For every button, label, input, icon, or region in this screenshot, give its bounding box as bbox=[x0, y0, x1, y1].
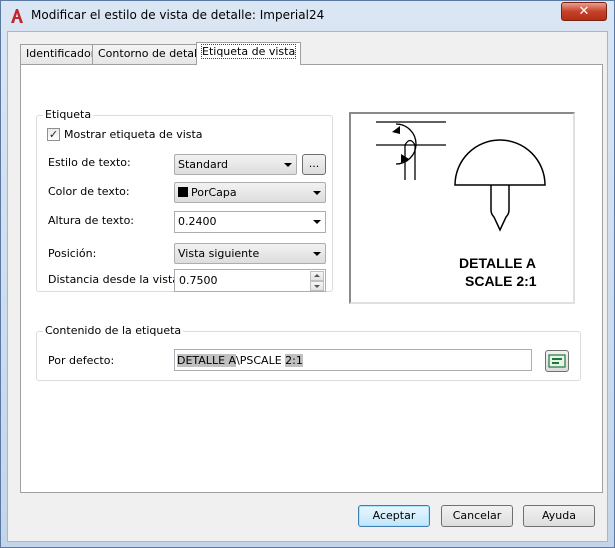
position-combo[interactable]: Vista siguiente bbox=[174, 243, 326, 264]
content-part-scale: \PSCALE bbox=[236, 354, 286, 367]
text-style-browse-button[interactable]: ... bbox=[302, 154, 326, 175]
text-style-combo[interactable]: Standard bbox=[174, 154, 297, 175]
distance-value: 0.7500 bbox=[179, 274, 218, 287]
preview-label-line2: SCALE 2:1 bbox=[465, 273, 537, 289]
spin-up-button[interactable] bbox=[310, 271, 324, 281]
dialog-client-area: Identificador Contorno de detalle Etique… bbox=[7, 31, 608, 542]
default-content-label: Por defecto: bbox=[48, 354, 115, 367]
color-swatch bbox=[178, 187, 188, 197]
text-color-label: Color de texto: bbox=[48, 185, 130, 198]
text-height-value: 0.2400 bbox=[178, 215, 217, 228]
accept-button[interactable]: Aceptar bbox=[358, 505, 430, 527]
dialog-window: Modificar el estilo de vista de detalle:… bbox=[0, 0, 615, 548]
detail-preview: DETALLE A SCALE 2:1 bbox=[349, 112, 575, 304]
position-label: Posición: bbox=[48, 247, 97, 260]
tab-identificador[interactable]: Identificador bbox=[20, 44, 102, 64]
tab-label: Identificador bbox=[26, 47, 96, 60]
text-style-label: Estilo de texto: bbox=[48, 156, 131, 169]
close-button[interactable]: ✕ bbox=[561, 2, 607, 21]
show-label-label: Mostrar etiqueta de vista bbox=[64, 128, 203, 141]
tab-etiqueta-de-vista[interactable]: Etiqueta de vista bbox=[196, 42, 302, 65]
preview-label-line1: DETALLE A bbox=[459, 255, 536, 271]
distance-label: Distancia desde la vista: bbox=[48, 273, 183, 286]
spin-down-button[interactable] bbox=[310, 281, 324, 291]
contenido-group: Contenido de la etiqueta Por defecto: DE… bbox=[36, 324, 581, 381]
tab-label: Etiqueta de vista bbox=[200, 44, 297, 59]
contenido-group-title: Contenido de la etiqueta bbox=[43, 324, 184, 337]
content-part-a: A bbox=[228, 354, 237, 367]
tab-label: Contorno de detalle bbox=[98, 47, 207, 60]
text-color-combo[interactable]: PorCapa bbox=[174, 182, 326, 203]
chevron-down-icon bbox=[284, 163, 292, 167]
text-style-value: Standard bbox=[178, 158, 229, 171]
chevron-down-icon bbox=[313, 252, 321, 256]
etiqueta-group-title: Etiqueta bbox=[43, 108, 94, 121]
help-button[interactable]: Ayuda bbox=[523, 505, 595, 527]
tab-panel-etiqueta: Etiqueta ✓ Mostrar etiqueta de vista Est… bbox=[20, 64, 603, 493]
content-part-detalle: DETALLE bbox=[177, 354, 229, 367]
window-title: Modificar el estilo de vista de detalle:… bbox=[31, 8, 325, 22]
show-label-checkbox[interactable]: ✓ bbox=[47, 128, 60, 141]
tab-contorno-de-detalle[interactable]: Contorno de detalle bbox=[92, 44, 213, 64]
chevron-down-icon bbox=[313, 220, 321, 224]
text-height-label: Altura de texto: bbox=[48, 214, 135, 227]
cancel-button[interactable]: Cancelar bbox=[441, 505, 513, 527]
autocad-app-icon bbox=[11, 9, 23, 23]
field-edit-icon bbox=[548, 354, 566, 368]
text-height-combo[interactable]: 0.2400 bbox=[174, 211, 326, 233]
insert-field-button[interactable] bbox=[545, 350, 569, 372]
text-color-value: PorCapa bbox=[191, 186, 237, 199]
etiqueta-group: Etiqueta ✓ Mostrar etiqueta de vista Est… bbox=[36, 108, 333, 292]
detail-preview-drawing bbox=[376, 121, 546, 232]
position-value: Vista siguiente bbox=[178, 247, 260, 260]
chevron-down-icon bbox=[313, 191, 321, 195]
title-bar[interactable]: Modificar el estilo de vista de detalle:… bbox=[1, 1, 614, 31]
distance-spinner[interactable]: 0.7500 bbox=[174, 269, 326, 292]
label-content-field[interactable]: DETALLE A\PSCALE 2:1 bbox=[174, 349, 532, 371]
content-part-ratio: 2:1 bbox=[285, 354, 303, 367]
